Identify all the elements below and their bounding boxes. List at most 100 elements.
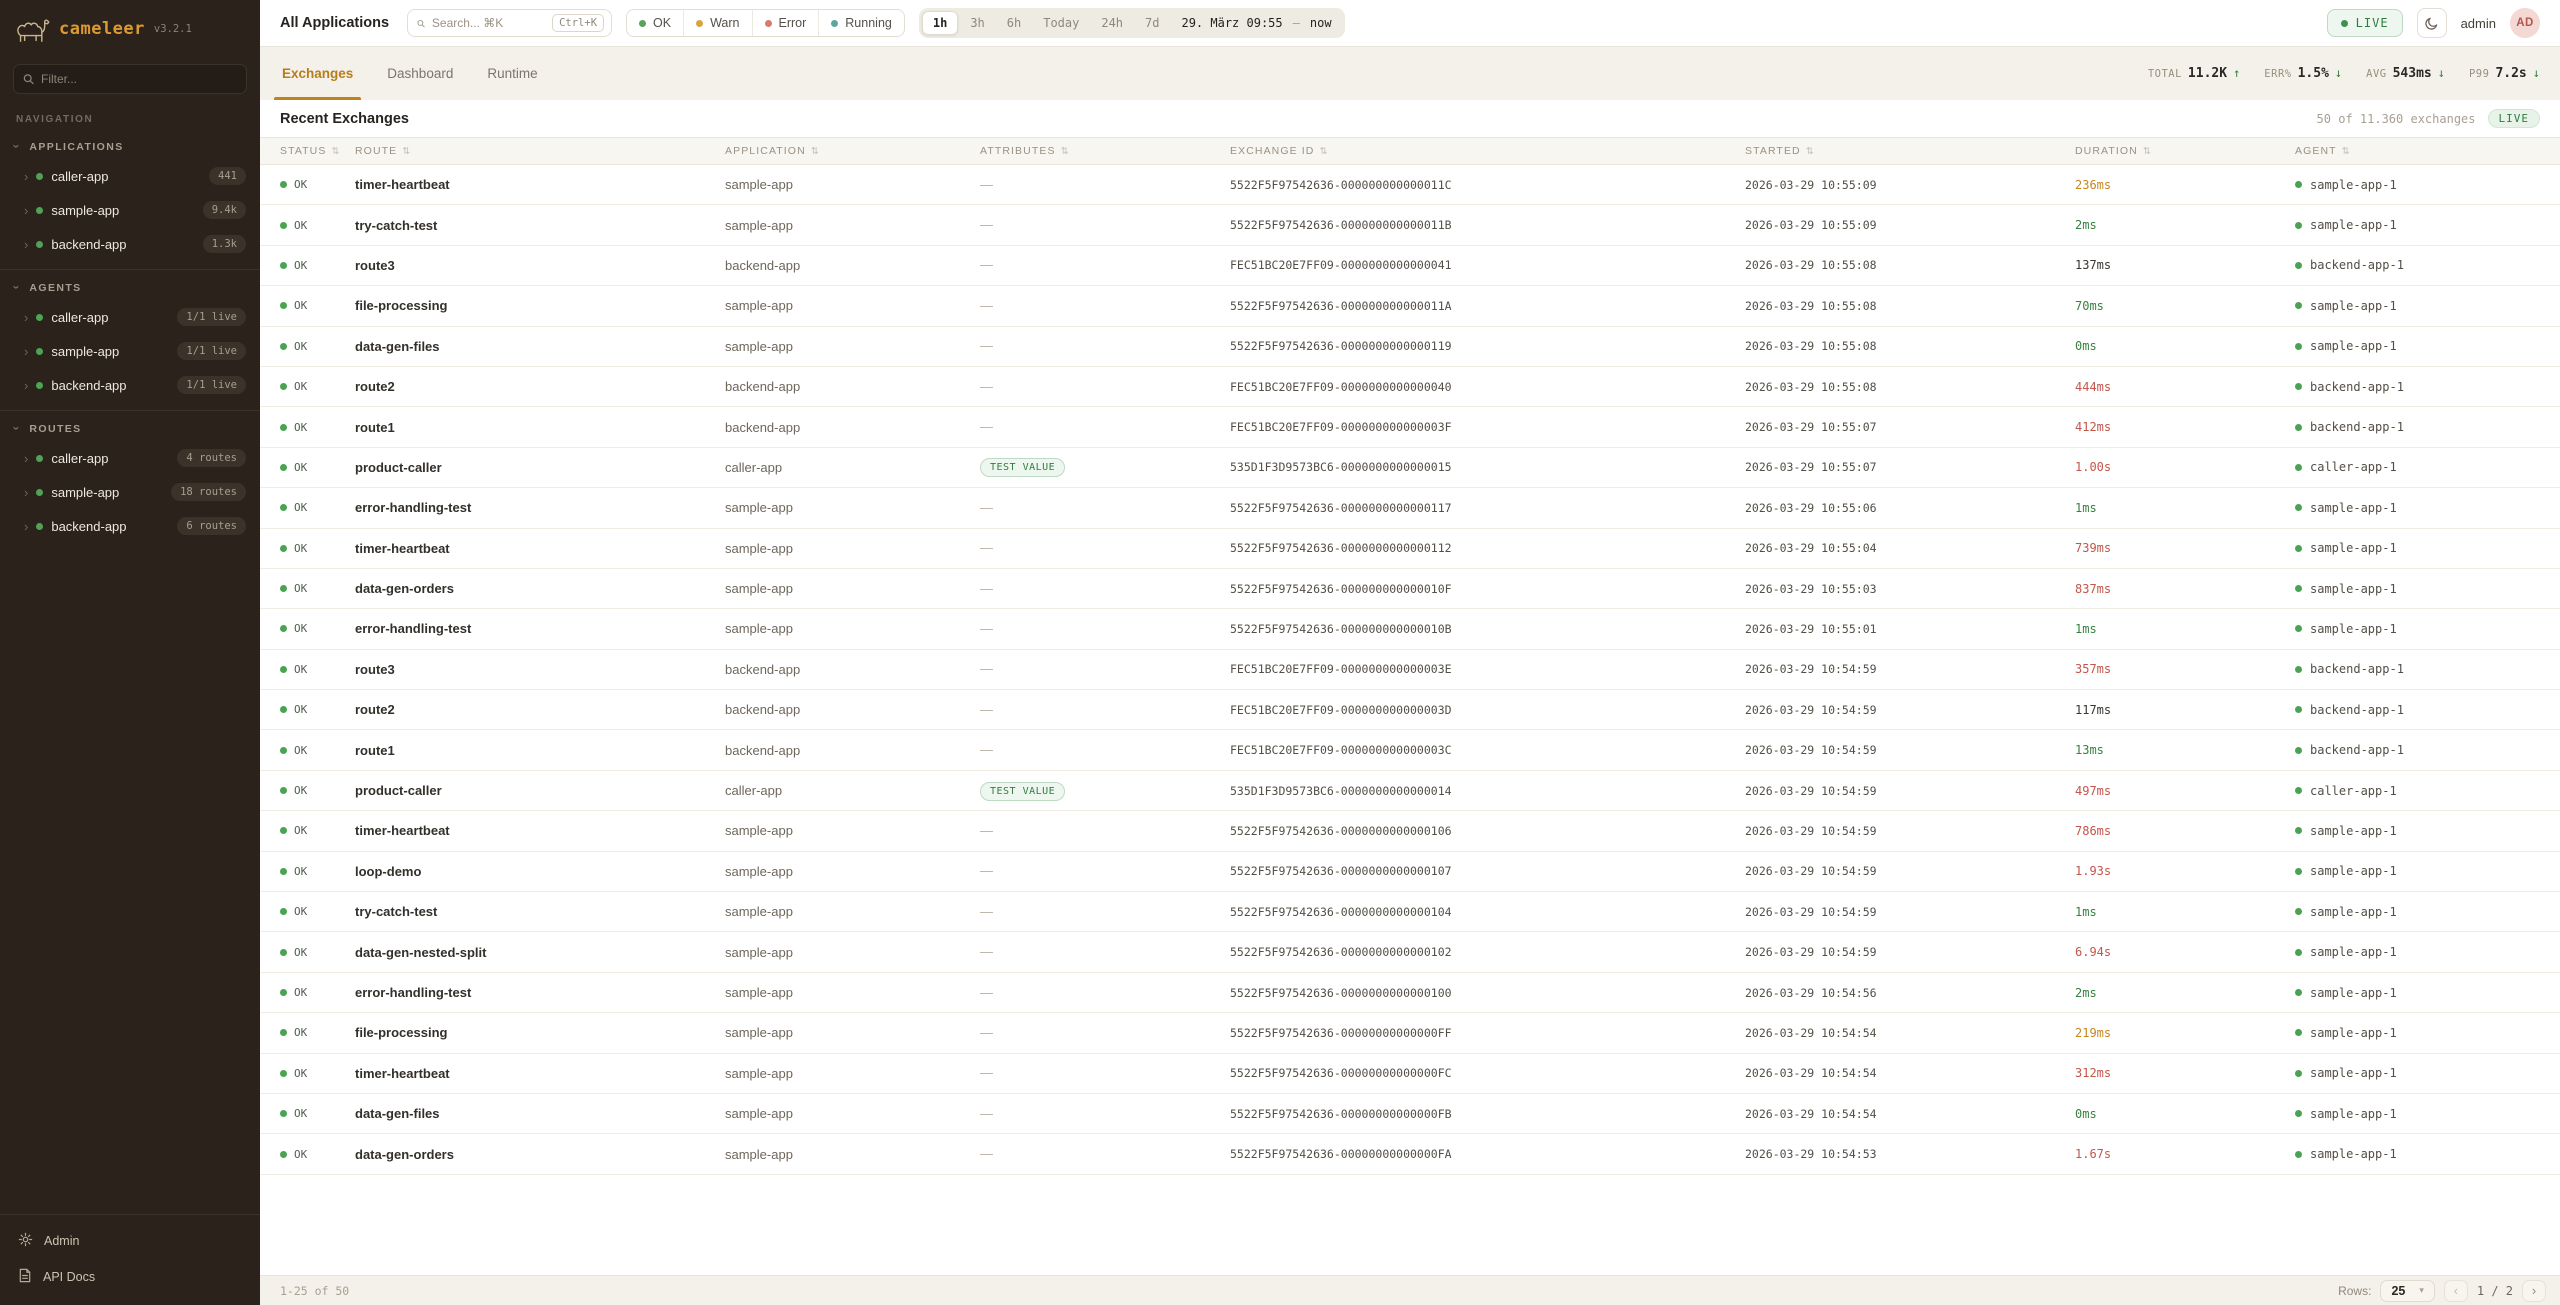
sidebar-filter-input[interactable]: [41, 72, 237, 86]
column-header-attributes[interactable]: ATTRIBUTES⇅: [980, 145, 1230, 157]
attributes-cell: —: [980, 701, 1230, 719]
sidebar-item-caller-app[interactable]: ›caller-app441: [0, 159, 260, 193]
nav-section-routes[interactable]: ›ROUTES: [0, 413, 260, 441]
status-cell: OK: [280, 340, 355, 353]
column-header-route[interactable]: ROUTE⇅: [355, 145, 725, 157]
date-from[interactable]: 29. März 09:55: [1171, 16, 1290, 30]
live-toggle-button[interactable]: LIVE: [2327, 9, 2403, 37]
range-today[interactable]: Today: [1033, 12, 1089, 34]
avatar[interactable]: AD: [2510, 8, 2540, 38]
table-row[interactable]: OKproduct-callercaller-appTEST VALUE535D…: [260, 771, 2560, 811]
agent-cell: sample-app-1: [2295, 299, 2560, 313]
tab-runtime[interactable]: Runtime: [485, 47, 539, 100]
attributes-cell: —: [980, 1064, 1230, 1082]
sort-icon: ⇅: [1806, 146, 1815, 157]
nav-section-agents[interactable]: ›AGENTS: [0, 272, 260, 300]
table-row[interactable]: OKroute1backend-app—FEC51BC20E7FF09-0000…: [260, 407, 2560, 447]
column-header-agent[interactable]: AGENT⇅: [2295, 145, 2560, 157]
duration-cell: 2ms: [2075, 986, 2295, 1000]
range-6h[interactable]: 6h: [997, 12, 1031, 34]
tab-exchanges[interactable]: Exchanges: [280, 47, 355, 100]
table-row[interactable]: OKroute3backend-app—FEC51BC20E7FF09-0000…: [260, 650, 2560, 690]
table-row[interactable]: OKdata-gen-nested-splitsample-app—5522F5…: [260, 932, 2560, 972]
attributes-empty: —: [980, 540, 993, 555]
sidebar-item-backend-app[interactable]: ›backend-app1/1 live: [0, 368, 260, 402]
table-row[interactable]: OKdata-gen-filessample-app—5522F5F975426…: [260, 1094, 2560, 1134]
sidebar-item-sample-app[interactable]: ›sample-app18 routes: [0, 475, 260, 509]
table-row[interactable]: OKtry-catch-testsample-app—5522F5F975426…: [260, 205, 2560, 245]
theme-toggle-button[interactable]: [2417, 8, 2447, 38]
column-header-started[interactable]: STARTED⇅: [1745, 145, 2075, 157]
sidebar-item-caller-app[interactable]: ›caller-app1/1 live: [0, 300, 260, 334]
table-row[interactable]: OKtimer-heartbeatsample-app—5522F5F97542…: [260, 1054, 2560, 1094]
table-row[interactable]: OKroute2backend-app—FEC51BC20E7FF09-0000…: [260, 690, 2560, 730]
chevron-right-icon: ›: [24, 379, 28, 392]
stat-label: TOTAL: [2148, 68, 2182, 80]
table-row[interactable]: OKerror-handling-testsample-app—5522F5F9…: [260, 973, 2560, 1013]
table-row[interactable]: OKfile-processingsample-app—5522F5F97542…: [260, 1013, 2560, 1053]
prev-page-button[interactable]: ‹: [2444, 1280, 2468, 1302]
filter-chip-ok[interactable]: OK: [627, 10, 683, 36]
exchange-id-cell: FEC51BC20E7FF09-0000000000000040: [1230, 380, 1745, 394]
table-row[interactable]: OKfile-processingsample-app—5522F5F97542…: [260, 286, 2560, 326]
agent-label: sample-app-1: [2310, 1026, 2397, 1040]
app-root: cameleer v3.2.1 NAVIGATION ›APPLICATIONS…: [0, 0, 2560, 1305]
column-header-application[interactable]: APPLICATION⇅: [725, 145, 980, 157]
column-header-status[interactable]: STATUS⇅: [280, 145, 355, 157]
table-row[interactable]: OKtimer-heartbeatsample-app—5522F5F97542…: [260, 529, 2560, 569]
agent-cell: caller-app-1: [2295, 460, 2560, 474]
table-row[interactable]: OKdata-gen-orderssample-app—5522F5F97542…: [260, 1134, 2560, 1174]
range-1h[interactable]: 1h: [922, 11, 958, 35]
sidebar-footer-admin[interactable]: Admin: [0, 1223, 260, 1259]
ok-dot-icon: [280, 1151, 287, 1158]
range-24h[interactable]: 24h: [1091, 12, 1133, 34]
next-page-button[interactable]: ›: [2522, 1280, 2546, 1302]
column-header-exchange-id[interactable]: EXCHANGE ID⇅: [1230, 145, 1745, 157]
status-label: OK: [294, 178, 307, 191]
nav-section-label: AGENTS: [29, 282, 81, 294]
filter-chip-error[interactable]: Error: [752, 10, 819, 36]
filter-chip-warn[interactable]: Warn: [683, 10, 751, 36]
sidebar-footer-api-docs[interactable]: API Docs: [0, 1259, 260, 1295]
sidebar-item-sample-app[interactable]: ›sample-app9.4k: [0, 193, 260, 227]
started-cell: 2026-03-29 10:55:03: [1745, 582, 2075, 596]
table-row[interactable]: OKroute2backend-app—FEC51BC20E7FF09-0000…: [260, 367, 2560, 407]
application-cell: sample-app: [725, 945, 980, 960]
global-search[interactable]: Ctrl+K: [407, 9, 612, 37]
rows-per-page-select[interactable]: 25 ▾: [2380, 1280, 2434, 1302]
app-logo[interactable]: cameleer v3.2.1: [0, 0, 260, 54]
agent-label: sample-app-1: [2310, 541, 2397, 555]
sidebar-item-backend-app[interactable]: ›backend-app6 routes: [0, 509, 260, 543]
ok-dot-icon: [280, 1029, 287, 1036]
sidebar-item-caller-app[interactable]: ›caller-app4 routes: [0, 441, 260, 475]
sidebar-item-badge: 441: [209, 167, 246, 185]
search-input[interactable]: [432, 16, 545, 30]
sidebar-item-backend-app[interactable]: ›backend-app1.3k: [0, 227, 260, 261]
sidebar-item-sample-app[interactable]: ›sample-app1/1 live: [0, 334, 260, 368]
route-cell: error-handling-test: [355, 985, 725, 1000]
range-7d[interactable]: 7d: [1135, 12, 1169, 34]
table-row[interactable]: OKdata-gen-filessample-app—5522F5F975426…: [260, 327, 2560, 367]
agent-label: backend-app-1: [2310, 703, 2404, 717]
range-3h[interactable]: 3h: [960, 12, 994, 34]
table-row[interactable]: OKroute3backend-app—FEC51BC20E7FF09-0000…: [260, 246, 2560, 286]
sidebar-filter: [13, 64, 247, 94]
table-row[interactable]: OKtimer-heartbeatsample-app—5522F5F97542…: [260, 811, 2560, 851]
exchange-id-cell: 535D1F3D9573BC6-0000000000000015: [1230, 460, 1745, 474]
agent-cell: sample-app-1: [2295, 1147, 2560, 1161]
table-row[interactable]: OKdata-gen-orderssample-app—5522F5F97542…: [260, 569, 2560, 609]
table-row[interactable]: OKproduct-callercaller-appTEST VALUE535D…: [260, 448, 2560, 488]
filter-chip-running[interactable]: Running: [818, 10, 904, 36]
column-header-duration[interactable]: DURATION⇅: [2075, 145, 2295, 157]
table-row[interactable]: OKtimer-heartbeatsample-app—5522F5F97542…: [260, 165, 2560, 205]
tab-dashboard[interactable]: Dashboard: [385, 47, 455, 100]
table-row[interactable]: OKerror-handling-testsample-app—5522F5F9…: [260, 609, 2560, 649]
date-to[interactable]: now: [1302, 16, 1342, 30]
table-row[interactable]: OKerror-handling-testsample-app—5522F5F9…: [260, 488, 2560, 528]
table-row[interactable]: OKloop-demosample-app—5522F5F97542636-00…: [260, 852, 2560, 892]
status-label: OK: [294, 663, 307, 676]
table-row[interactable]: OKroute1backend-app—FEC51BC20E7FF09-0000…: [260, 730, 2560, 770]
table-row[interactable]: OKtry-catch-testsample-app—5522F5F975426…: [260, 892, 2560, 932]
route-cell: route3: [355, 258, 725, 273]
nav-section-applications[interactable]: ›APPLICATIONS: [0, 131, 260, 159]
